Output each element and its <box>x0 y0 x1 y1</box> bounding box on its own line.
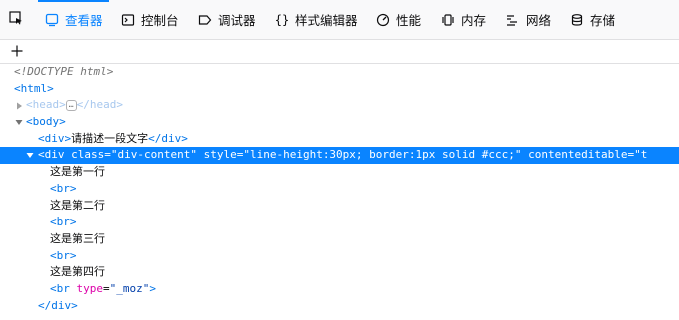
active-tab-indicator <box>38 0 109 2</box>
attr-value: "_moz" <box>109 281 150 295</box>
inspector-icon <box>44 12 60 28</box>
markup-text-node[interactable]: 这是第四行 <box>0 264 679 281</box>
tab-style-editor[interactable]: {} 样式编辑器 <box>274 0 358 39</box>
markup-node-br[interactable]: <br> <box>0 181 679 198</box>
tab-label: 样式编辑器 <box>295 13 358 28</box>
debugger-icon <box>197 12 213 28</box>
markup-node-br[interactable]: <br> <box>0 248 679 265</box>
text-node: 这是第二行 <box>50 198 105 212</box>
attr-name: class <box>71 148 105 162</box>
tab-inspector[interactable]: 查看器 <box>38 0 109 39</box>
tab-label: 网络 <box>526 13 552 28</box>
markup-text-node[interactable]: 这是第一行 <box>0 164 679 181</box>
attr-value: "div-content" <box>110 148 197 162</box>
memory-icon <box>440 12 456 28</box>
inspector-subtoolbar <box>0 40 679 64</box>
html-open-tag: <html> <box>14 81 54 95</box>
style-editor-icon: {} <box>274 12 290 27</box>
collapse-arrow-icon[interactable] <box>25 147 35 164</box>
markup-node-br-moz[interactable]: <br type="_moz"> <box>0 281 679 298</box>
attr-value: "line-height:30px; border:1px solid #ccc… <box>243 148 522 162</box>
tab-storage[interactable]: 存储 <box>569 0 615 39</box>
markup-node-head[interactable]: <head>… </head> <box>0 97 679 114</box>
attr-name: contenteditable <box>528 148 628 162</box>
markup-text-node[interactable]: 这是第三行 <box>0 231 679 248</box>
tag-close-bracket: > <box>149 281 156 295</box>
div-open-tag: <div> <box>38 131 72 145</box>
tab-debugger[interactable]: 调试器 <box>197 0 256 39</box>
expand-arrow-icon[interactable] <box>14 97 24 114</box>
tab-network[interactable]: 网络 <box>505 0 551 39</box>
body-open-tag: <body> <box>26 115 66 129</box>
head-open-tag: <head> <box>26 98 66 112</box>
console-icon <box>120 12 136 28</box>
tab-memory[interactable]: 内存 <box>440 0 486 39</box>
element-picker-icon <box>8 10 24 30</box>
devtools-toolbar: 查看器 控制台 调试器 {} 样式编辑器 性能 内存 网络 存储 <box>0 0 679 40</box>
text-node: 这是第四行 <box>50 265 105 279</box>
tab-label: 内存 <box>461 13 487 28</box>
doctype-text: <!DOCTYPE html> <box>14 65 114 78</box>
plus-icon <box>11 42 23 61</box>
text-node: 这是第一行 <box>50 165 105 179</box>
text-node: 这是第三行 <box>50 231 105 245</box>
div-close-tag: </div> <box>38 298 78 312</box>
br-tag: <br <box>50 281 70 295</box>
markup-node-doctype[interactable]: <!DOCTYPE html> <box>0 64 679 81</box>
performance-icon <box>375 12 391 28</box>
tab-label: 调试器 <box>218 13 256 28</box>
network-icon <box>505 12 521 28</box>
markup-tree: <!DOCTYPE html> <html> <head>… </head> <b… <box>0 64 679 314</box>
markup-node-div-content-selected[interactable]: <div class="div-content" style="line-hei… <box>0 147 679 165</box>
br-tag: <br> <box>50 181 77 195</box>
markup-node-br[interactable]: <br> <box>0 214 679 231</box>
tab-console[interactable]: 控制台 <box>120 0 179 39</box>
head-close-tag: </head> <box>76 98 123 112</box>
markup-node-body[interactable]: <body> <box>0 114 679 131</box>
tab-label: 性能 <box>396 13 422 28</box>
attr-name: type <box>76 281 104 295</box>
add-node-button[interactable] <box>10 42 24 60</box>
markup-node-div[interactable]: <div>请描述一段文字</div> <box>0 131 679 148</box>
text-node: 请描述一段文字 <box>71 131 149 145</box>
tab-performance[interactable]: 性能 <box>375 0 421 39</box>
collapsed-ellipsis[interactable]: … <box>65 99 77 111</box>
div-close-tag: </div> <box>148 131 188 145</box>
collapse-arrow-icon[interactable] <box>14 114 24 131</box>
markup-node-html[interactable]: <html> <box>0 81 679 98</box>
tab-label: 存储 <box>590 13 616 28</box>
attr-value: "t <box>634 148 648 162</box>
br-tag: <br> <box>50 215 77 229</box>
tab-label: 控制台 <box>141 13 179 28</box>
markup-node-div-close[interactable]: </div> <box>0 298 679 315</box>
storage-icon <box>569 12 585 28</box>
attr-name: style <box>203 148 237 162</box>
markup-text-node[interactable]: 这是第二行 <box>0 198 679 215</box>
div-open-tag: <div <box>38 148 65 162</box>
br-tag: <br> <box>50 248 77 262</box>
tab-label: 查看器 <box>65 13 103 28</box>
element-picker-button[interactable] <box>0 0 32 39</box>
